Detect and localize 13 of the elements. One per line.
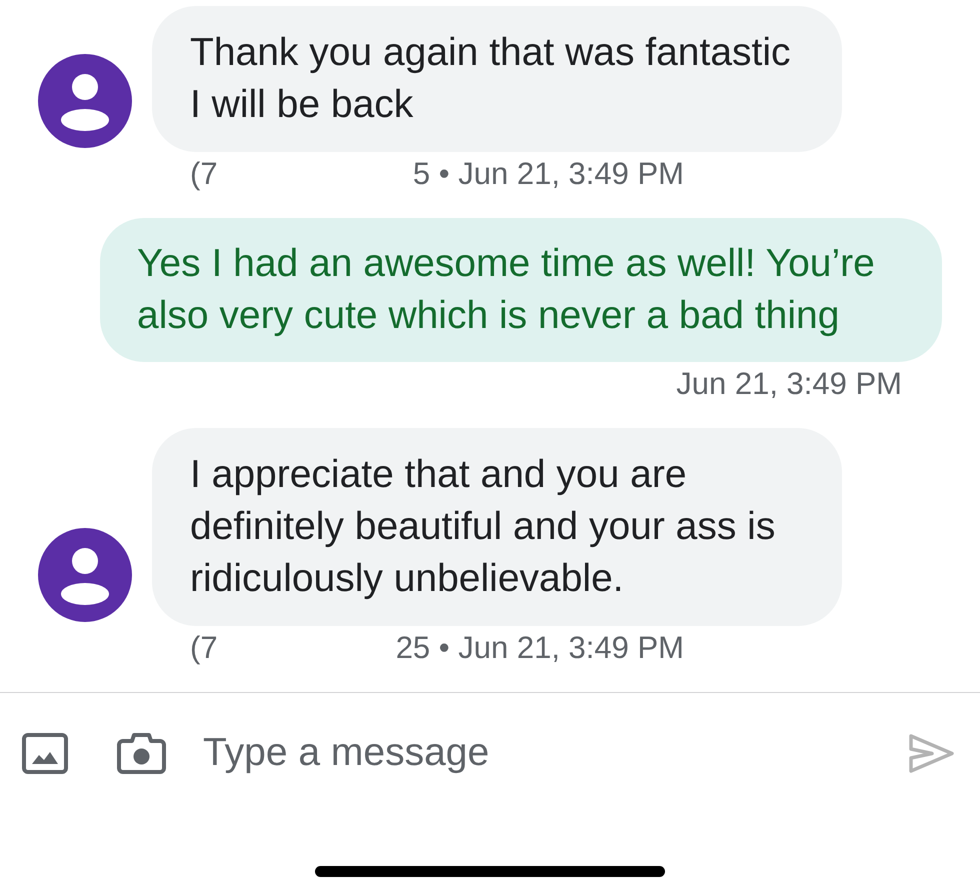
message-timestamp: 25 • Jun 21, 3:49 PM bbox=[396, 630, 684, 666]
camera-icon[interactable] bbox=[117, 732, 166, 774]
phone-number-fragment: (7 bbox=[190, 156, 218, 192]
message-bubble: Yes I had an awesome time as well! You’re also very cute which is never a bad thing bbox=[100, 218, 942, 362]
message-bubble: Thank you again that was fantastic I will be back bbox=[152, 6, 842, 152]
avatar-icon bbox=[38, 528, 132, 622]
message-input[interactable]: Type a message bbox=[203, 730, 883, 776]
message-bubble: I appreciate that and you are definitely beautiful and your ass is ridiculously unbelievable. bbox=[152, 428, 842, 626]
phone-number-fragment: (7 bbox=[190, 630, 218, 666]
avatar-icon bbox=[38, 54, 132, 148]
message-timestamp: Jun 21, 3:49 PM bbox=[676, 366, 902, 401]
message-timestamp: 5 • Jun 21, 3:49 PM bbox=[412, 156, 684, 192]
image-icon[interactable] bbox=[22, 732, 68, 774]
